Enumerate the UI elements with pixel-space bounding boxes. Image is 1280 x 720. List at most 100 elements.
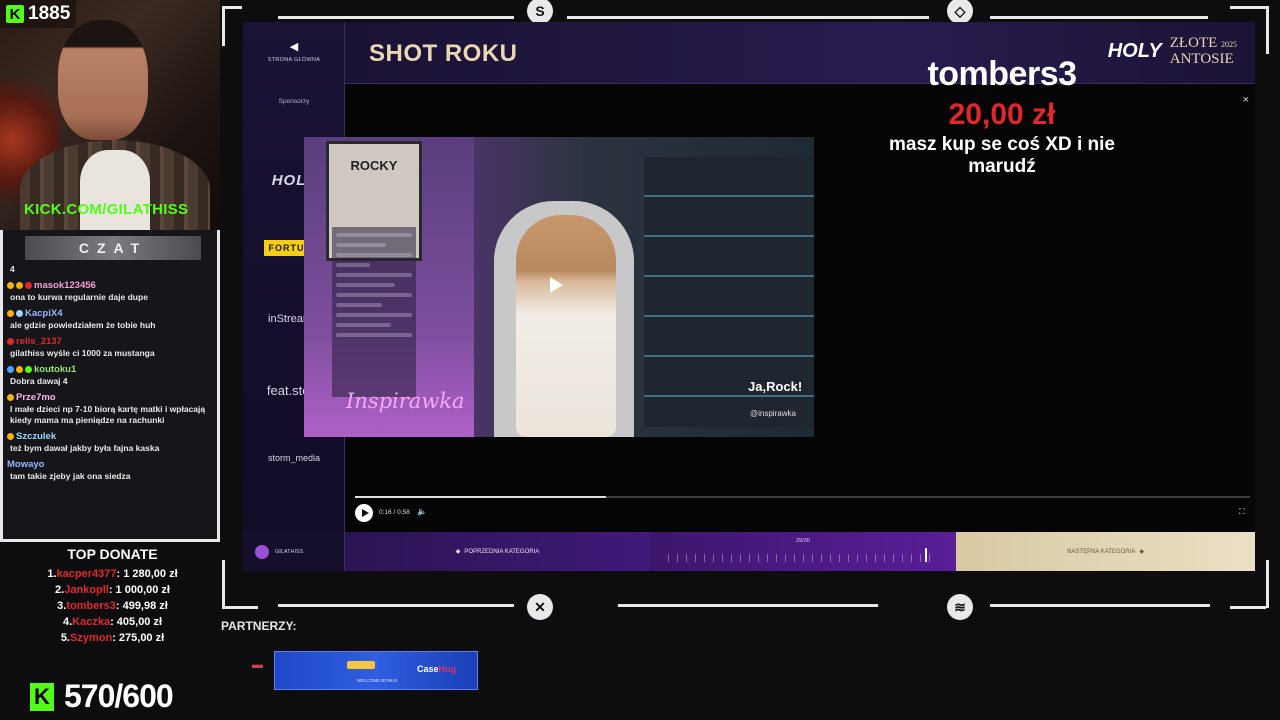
partner-banner[interactable]: WELCOME BONUS CaseHug xyxy=(274,651,478,690)
next-category-button[interactable]: NASTĘPNA KATEGORIA ◆ xyxy=(956,532,1255,571)
sponsor-stormmedia[interactable]: storm_media xyxy=(243,453,345,463)
video-frame[interactable]: ROCKY Inspirawka Ja,Rock! @inspirawka xyxy=(304,137,814,437)
back-home-button[interactable]: ◀ STRONA GŁÓWNA xyxy=(243,40,345,63)
video-play-icon[interactable] xyxy=(550,277,563,293)
badge-icon xyxy=(7,394,14,401)
play-button[interactable] xyxy=(355,504,373,522)
bonus-bar xyxy=(347,661,375,669)
chat-message-text: tam takie zjeby jak ona siedza xyxy=(10,471,131,481)
donation-user: tombers3 xyxy=(927,55,1077,93)
kick-logo-icon: K xyxy=(6,5,24,23)
top-donate-panel: TOP DONATE 1.kacper4377: 1 280,00 zł 2.J… xyxy=(0,545,225,655)
user-profile[interactable]: GILATHISS xyxy=(243,532,345,571)
chat-message: Szczulek też bym dawał jakby była fajna … xyxy=(7,430,217,454)
avatar xyxy=(255,544,269,559)
chat-title: CZAT xyxy=(25,236,201,260)
logo-s-icon: S xyxy=(527,0,553,24)
donation-amount: 20,00 zł xyxy=(948,98,1056,131)
username: GILATHISS xyxy=(275,548,304,555)
chat-message: relis_2137 gilathiss wyśle ci 1000 za mu… xyxy=(7,335,217,359)
chat-panel: CZAT 4 masok123456 ona to kurwa regularn… xyxy=(0,230,220,542)
sponsors-label: Sponsorzy xyxy=(278,98,310,105)
brand-zlote-antosie: ZŁOTE 2025 ANTOSIE xyxy=(1169,35,1237,67)
chat-username[interactable]: KacpiX4 xyxy=(25,308,63,319)
frame-line xyxy=(1266,560,1269,608)
gun-icon: ▬ xyxy=(252,659,263,671)
arrow-right-icon: ◆ xyxy=(1139,549,1144,555)
partner-brand: CaseHug xyxy=(417,664,457,674)
video-watermark: Ja,Rock! xyxy=(748,379,803,394)
fullscreen-icon[interactable]: ⛶ xyxy=(1239,507,1245,517)
badge-icon xyxy=(7,338,14,345)
chat-username[interactable]: Szczulek xyxy=(16,431,56,442)
kick-url: KICK.COM/GILATHISS xyxy=(24,201,189,218)
neon-sign: Inspirawka xyxy=(346,389,465,413)
frame-line xyxy=(278,604,514,607)
logo-wave-icon: ≋ xyxy=(947,594,973,620)
category-nav-bar: GILATHISS ◆ POPRZEDNIA KATEGORIA 29/30 N… xyxy=(243,532,1255,571)
logo-globe-icon: ✕ xyxy=(527,594,553,620)
back-home-label: STRONA GŁÓWNA xyxy=(267,57,321,63)
badge-icon xyxy=(7,282,14,289)
logo-diamond-icon: ◇ xyxy=(947,0,973,24)
chat-message: 4 xyxy=(7,264,217,275)
previous-category-button[interactable]: ◆ POPRZEDNIA KATEGORIA xyxy=(345,532,650,571)
chat-messages: 4 masok123456 ona to kurwa regularnie da… xyxy=(7,264,217,486)
video-time: 0:16 / 0:58 xyxy=(379,509,410,516)
frame-line xyxy=(990,16,1208,19)
streamer-webcam xyxy=(0,0,220,230)
kick-logo-icon: K xyxy=(30,682,54,711)
next-category-label: NASTĘPNA KATEGORIA xyxy=(1067,548,1136,555)
play-icon xyxy=(361,509,369,517)
frame-line xyxy=(222,6,242,9)
chat-username[interactable]: masok123456 xyxy=(34,280,96,291)
chat-username[interactable]: Mowayo xyxy=(7,459,44,470)
volume-icon[interactable]: 🔈 xyxy=(417,507,427,516)
top-donate-entry: 3.tombers3: 499,98 zł xyxy=(57,600,168,612)
badge-icon xyxy=(7,310,14,317)
chat-message: KacpiX4 ale gdzie powiedziałem że tobie … xyxy=(7,307,217,331)
badge-icon xyxy=(7,433,14,440)
category-counter: 29/30 xyxy=(796,538,810,544)
category-progress: 29/30 xyxy=(650,532,956,571)
chat-message-text: ona to kurwa regularnie daje dupe xyxy=(10,292,148,302)
viewer-count-badge: K 1885 xyxy=(0,0,77,28)
badge-icon xyxy=(25,366,32,373)
chat-message-text: gilathiss wyśle ci 1000 za mustanga xyxy=(10,348,155,358)
top-donate-entry: 4.Kaczka: 405,00 zł xyxy=(62,616,163,628)
chat-message-text: Dobra dawaj 4 xyxy=(10,376,68,386)
chat-username[interactable]: koutoku1 xyxy=(34,364,76,375)
chat-message: Prze7mo I małe dzieci np 7-10 biorą kart… xyxy=(7,391,217,426)
category-ticks xyxy=(668,554,938,562)
partners-label: PARTNERZY: xyxy=(221,619,297,633)
frame-line xyxy=(222,606,258,609)
video-handle: @inspirawka xyxy=(750,409,796,418)
arrow-left-icon: ◀ xyxy=(289,41,299,53)
frame-line xyxy=(222,560,225,608)
chat-message-text: też bym dawał jakby była fajna kaska xyxy=(10,443,160,453)
chat-message: masok123456 ona to kurwa regularnie daje… xyxy=(7,279,217,303)
frame-line xyxy=(990,604,1210,607)
video-progress-bar[interactable] xyxy=(355,496,1250,498)
badge-icon xyxy=(16,282,23,289)
arrow-left-icon: ◆ xyxy=(455,549,461,555)
chat-username[interactable]: Prze7mo xyxy=(16,392,56,403)
partner-bonus-text: WELCOME BONUS xyxy=(356,678,398,683)
chat-username[interactable]: relis_2137 xyxy=(16,336,62,347)
donation-alert: tombers3 20,00 zł masz kup se coś XD i n… xyxy=(862,55,1142,178)
badge-icon xyxy=(7,366,14,373)
sub-goal-counter: 570/600 xyxy=(64,678,174,714)
previous-category-label: POPRZEDNIA KATEGORIA xyxy=(464,548,540,555)
frame-line xyxy=(222,6,225,46)
close-button[interactable]: × xyxy=(1243,94,1249,106)
video-person xyxy=(516,215,616,437)
donation-message: masz kup se coś XD i nie marudź xyxy=(889,134,1115,177)
chat-message-text: I małe dzieci np 7-10 biorą kartę matki … xyxy=(10,404,206,425)
frame-line xyxy=(278,16,514,19)
badge-icon xyxy=(25,282,32,289)
frame-line xyxy=(618,604,878,607)
top-donate-entry: 1.kacper4377: 1 280,00 zł xyxy=(47,568,178,580)
sub-goal: K 570/600 xyxy=(30,678,174,715)
top-donate-title: TOP DONATE xyxy=(67,546,158,562)
chat-message-text: 4 xyxy=(10,264,15,274)
